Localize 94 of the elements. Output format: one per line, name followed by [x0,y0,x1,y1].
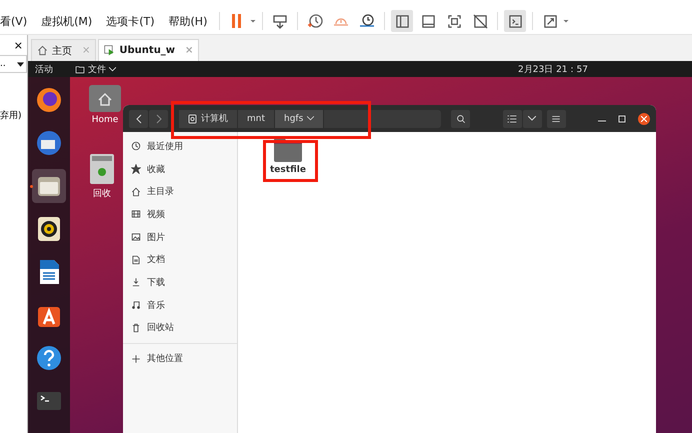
sidebar-item[interactable]: 主目录 [123,180,237,204]
sidebar-label: 主目录 [147,186,174,198]
sidebar-label: 收藏 [147,164,165,176]
caret-icon [17,62,24,66]
menu-button[interactable] [546,110,566,128]
view-options-button[interactable] [522,110,542,128]
search-button[interactable] [451,110,470,128]
desktop-icon-label: 回收 [93,188,111,200]
desktop-icon[interactable]: Home [88,83,122,125]
speaker-icon [35,215,63,243]
close-icon [641,116,647,122]
sidebar-item[interactable]: 收藏 [123,158,237,180]
film-icon [131,209,141,220]
trash-icon [131,322,141,333]
caret-icon [528,116,536,121]
path-crumb[interactable]: 计算机 [179,110,238,128]
menu-icon [551,114,561,124]
sidebar-item[interactable]: 文档 [123,248,237,272]
home-icon [37,45,48,56]
terminal-icon [508,14,523,28]
crumb-label: mnt [247,114,265,124]
document-icon [131,254,141,265]
dropdown[interactable]: .. [0,55,27,73]
close-button[interactable] [638,112,650,124]
sidebar-item[interactable]: 下载 [123,271,237,294]
home-folder-icon [88,83,122,113]
panel-layout-icon [420,14,436,28]
vm-icon [104,45,116,56]
plus-icon [131,354,141,364]
music-note-icon [131,300,141,310]
sidebar-layout-icon [394,14,410,28]
dock-item[interactable] [32,169,66,203]
sidebar-label: 图片 [147,232,165,244]
desktop-icon[interactable]: 回收 [89,153,115,200]
maximize-icon[interactable] [618,114,626,122]
sidebar-label: 音乐 [147,300,165,312]
caret-icon [109,66,116,72]
library-item[interactable]: 弃用) [0,109,27,122]
desktop-icon-label: Home [92,115,118,125]
sidebar-item[interactable]: 视频 [123,203,237,226]
sidebar-item[interactable]: 回收站 [123,316,237,340]
clock[interactable]: 2月23日 21：57 [518,62,588,76]
sidebar-label: 最近使用 [147,140,183,153]
sidebar-label: 下载 [147,276,165,289]
folder-icon [75,64,85,74]
drive-icon [188,114,197,124]
path-crumb[interactable]: hgfs [275,110,324,128]
terminal-button[interactable] [504,10,526,32]
expand-icon [542,14,558,28]
caret-icon [307,116,314,121]
list-icon [507,114,517,124]
image-icon [131,232,141,242]
sidebar-item[interactable]: 音乐 [123,294,237,316]
sidebar-item[interactable]: 图片 [123,226,237,248]
app-menu[interactable]: 文件 [75,62,116,76]
sidebar-label: 视频 [147,208,165,221]
tab[interactable]: 主页 × [31,39,96,61]
sidebar-label: 回收站 [147,322,174,334]
sidebar-view-button[interactable] [391,10,414,32]
sidebar-label: 文档 [147,254,165,266]
mail-icon [35,129,63,157]
list-view-button[interactable] [502,110,522,128]
help-icon [35,344,63,372]
tab-label: Ubuntu_w [119,45,176,56]
crumb-label: hgfs [284,114,304,124]
home-icon [131,186,141,197]
menu-item[interactable]: 虚拟机(M) [35,14,100,28]
sidebar-item[interactable]: 其他位置 [123,347,237,370]
file-label: testfile [270,165,306,175]
crumb-label: 计算机 [201,112,228,125]
download-icon [131,277,141,288]
running-dot [30,185,33,188]
app-menu-label: 文件 [88,64,106,76]
chevron-left-icon [134,114,142,124]
fullscreen-icon [446,14,462,28]
path-crumb[interactable]: mnt [238,110,275,128]
back-button[interactable] [129,110,148,128]
star-icon [131,164,141,174]
crossed-window-icon [472,14,488,28]
sidebar-label: 其他位置 [147,352,183,366]
tab[interactable]: Ubuntu_w × [98,39,200,61]
browser-icon [35,86,63,114]
tab-label: 主页 [52,44,72,58]
activities-button[interactable]: 活动 [35,62,53,76]
menu-item[interactable]: 选项卡(T) [100,14,162,28]
close-button[interactable]: × [0,35,27,53]
forward-button[interactable] [149,110,168,128]
trash-icon [89,153,115,185]
sidebar-item[interactable]: 最近使用 [123,135,237,158]
search-icon [456,114,466,124]
menu-item[interactable]: 看(V) [0,14,36,28]
file-item[interactable]: testfile [270,137,306,175]
menu-item[interactable]: 帮助(H) [162,14,216,28]
chevron-right-icon [154,114,162,124]
